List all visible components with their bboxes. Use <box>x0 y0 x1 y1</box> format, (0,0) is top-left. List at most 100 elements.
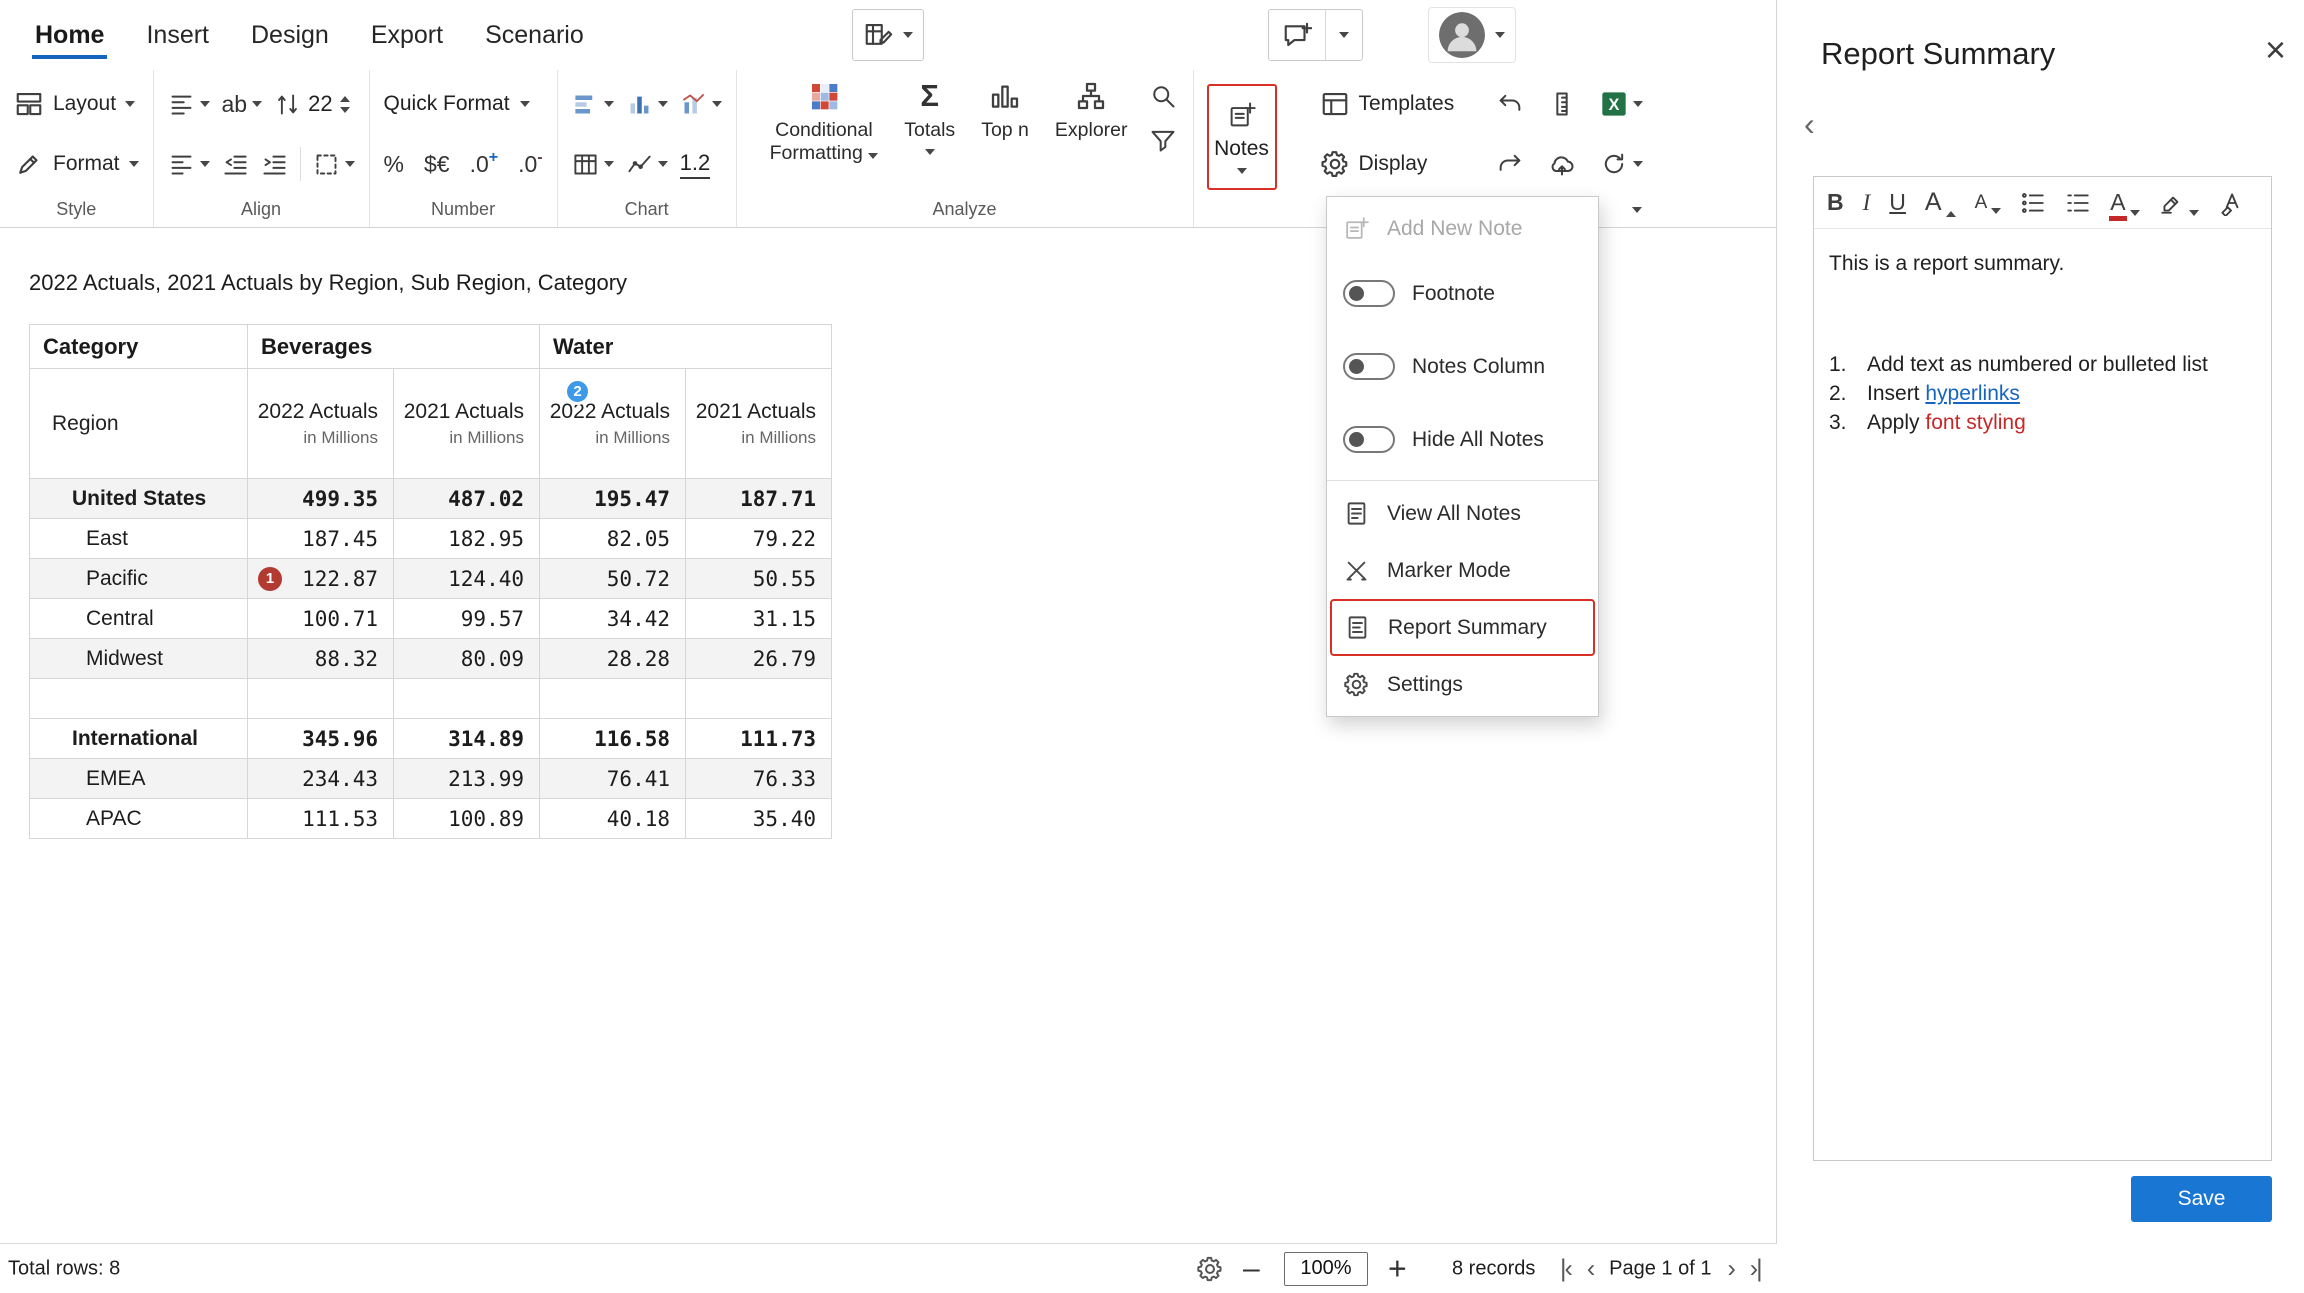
notes-menu-item-marker-mode[interactable]: Marker Mode <box>1327 542 1598 599</box>
row-header[interactable]: United States <box>30 479 248 519</box>
numbered-list-button[interactable] <box>2065 190 2091 216</box>
value-cell[interactable]: 487.02 <box>394 479 540 519</box>
value-cell[interactable]: 31.15 <box>686 599 832 639</box>
notes-menu-item-add-new-note[interactable]: Add New Note <box>1327 200 1598 257</box>
column-group-header-water[interactable]: Water <box>540 325 832 369</box>
borders-button[interactable] <box>313 151 355 178</box>
toggle-switch[interactable] <box>1343 426 1395 453</box>
column-chart-button[interactable] <box>626 91 668 118</box>
value-cell[interactable]: 100.89 <box>394 799 540 839</box>
table-view-button[interactable] <box>572 151 614 178</box>
zoom-input[interactable] <box>1284 1252 1368 1286</box>
display-button[interactable]: Display <box>1320 138 1472 190</box>
refresh-button[interactable] <box>1600 150 1643 178</box>
tab-home[interactable]: Home <box>14 0 125 70</box>
value-cell[interactable]: 182.95 <box>394 519 540 559</box>
font-size-control[interactable]: 22 <box>274 91 349 118</box>
conditional-formatting-button[interactable]: ConditionalFormatting <box>757 78 892 167</box>
notes-menu-toggle-notes-column[interactable]: Notes Column <box>1327 330 1598 403</box>
format-button[interactable]: Format <box>14 138 139 190</box>
templates-button[interactable]: Templates <box>1320 78 1472 130</box>
bar-chart-button[interactable] <box>572 91 614 118</box>
top-n-button[interactable]: Top n <box>968 78 1042 144</box>
collapse-panel-icon[interactable]: ‹ <box>1804 106 1815 143</box>
value-cell[interactable]: 28.28 <box>540 639 686 679</box>
notes-menu-toggle-hide-all-notes[interactable]: Hide All Notes <box>1327 403 1598 476</box>
table-settings-icon[interactable] <box>1196 1255 1224 1283</box>
export-excel-button[interactable]: X <box>1600 90 1643 118</box>
column-header[interactable]: 2022 Actualsin Millions <box>248 369 394 479</box>
value-cell[interactable]: 314.89 <box>394 719 540 759</box>
column-header[interactable]: 2021 Actualsin Millions <box>686 369 832 479</box>
value-cell[interactable]: 50.55 <box>686 559 832 599</box>
note-badge[interactable]: 2 <box>564 378 591 405</box>
value-cell[interactable]: 195.47 <box>540 479 686 519</box>
clear-formatting-button[interactable] <box>2218 190 2244 216</box>
collapse-ribbon-icon[interactable] <box>1632 207 1642 213</box>
value-cell[interactable]: 40.18 <box>540 799 686 839</box>
filter-button[interactable] <box>1149 126 1177 154</box>
value-cell[interactable]: 213.99 <box>394 759 540 799</box>
value-cell[interactable]: 76.33 <box>686 759 832 799</box>
ruler-button[interactable] <box>1548 90 1576 118</box>
add-comment-segment[interactable] <box>1269 10 1325 60</box>
layout-button[interactable]: Layout <box>14 78 139 130</box>
value-cell[interactable]: 82.05 <box>540 519 686 559</box>
increase-font-button[interactable]: A <box>1925 188 1956 217</box>
summary-editor[interactable]: B I U A A A This is a report summary. 1.… <box>1813 176 2272 1161</box>
stepper-down-icon[interactable] <box>340 107 350 113</box>
prev-page-button[interactable]: ‹ <box>1587 1254 1593 1283</box>
cloud-upload-button[interactable] <box>1548 150 1576 178</box>
toggle-switch[interactable] <box>1343 353 1395 380</box>
value-cell[interactable]: 79.22 <box>686 519 832 559</box>
value-cell[interactable]: 124.40 <box>394 559 540 599</box>
combo-chart-button[interactable] <box>680 91 722 118</box>
search-button[interactable] <box>1149 82 1177 110</box>
wrap-text-button[interactable]: ab <box>222 91 263 118</box>
value-cell[interactable]: 26.79 <box>686 639 832 679</box>
font-size-value[interactable]: 22 <box>308 91 332 117</box>
tab-design[interactable]: Design <box>230 0 350 70</box>
decrease-decimal-button[interactable]: .0- <box>518 151 543 178</box>
value-format-button[interactable]: 1.2 <box>680 150 711 179</box>
zoom-in-button[interactable]: + <box>1388 1250 1407 1287</box>
edit-mode-button[interactable] <box>852 9 924 61</box>
tab-insert[interactable]: Insert <box>125 0 230 70</box>
account-menu[interactable] <box>1428 7 1516 63</box>
tab-export[interactable]: Export <box>350 0 464 70</box>
value-cell[interactable]: 1122.87 <box>248 559 394 599</box>
value-cell[interactable]: 111.53 <box>248 799 394 839</box>
notes-menu-item-report-summary[interactable]: Report Summary <box>1330 599 1595 656</box>
row-header[interactable]: Midwest <box>30 639 248 679</box>
vertical-align-button[interactable] <box>168 91 210 118</box>
column-group-header-beverages[interactable]: Beverages <box>248 325 540 369</box>
row-header[interactable]: East <box>30 519 248 559</box>
currency-format-button[interactable]: $€ <box>424 151 450 178</box>
value-cell[interactable]: 34.42 <box>540 599 686 639</box>
redo-button[interactable] <box>1496 150 1524 178</box>
note-badge[interactable]: 1 <box>258 567 282 591</box>
row-header[interactable]: Pacific <box>30 559 248 599</box>
last-page-button[interactable]: ›| <box>1750 1254 1761 1283</box>
value-cell[interactable]: 50.72 <box>540 559 686 599</box>
value-cell[interactable]: 111.73 <box>686 719 832 759</box>
value-cell[interactable]: 116.58 <box>540 719 686 759</box>
toggle-switch[interactable] <box>1343 280 1395 307</box>
value-cell[interactable]: 499.35 <box>248 479 394 519</box>
column-header[interactable]: 22022 Actualsin Millions <box>540 369 686 479</box>
column-group-header-category[interactable]: Category <box>30 325 248 369</box>
value-cell[interactable]: 187.71 <box>686 479 832 519</box>
notes-menu-item-settings[interactable]: Settings <box>1327 656 1598 713</box>
line-chart-button[interactable] <box>626 151 668 178</box>
notes-menu-toggle-footnote[interactable]: Footnote <box>1327 257 1598 330</box>
indent-increase-button[interactable] <box>261 151 288 178</box>
font-color-button[interactable]: A <box>2110 189 2139 216</box>
value-cell[interactable]: 35.40 <box>686 799 832 839</box>
indent-decrease-button[interactable] <box>222 151 249 178</box>
close-panel-icon[interactable]: × <box>2265 32 2286 68</box>
value-cell[interactable]: 99.57 <box>394 599 540 639</box>
tab-scenario[interactable]: Scenario <box>464 0 605 70</box>
decrease-font-button[interactable]: A <box>1975 192 2002 214</box>
hyperlink[interactable]: hyperlinks <box>1925 382 2020 405</box>
row-header[interactable]: APAC <box>30 799 248 839</box>
